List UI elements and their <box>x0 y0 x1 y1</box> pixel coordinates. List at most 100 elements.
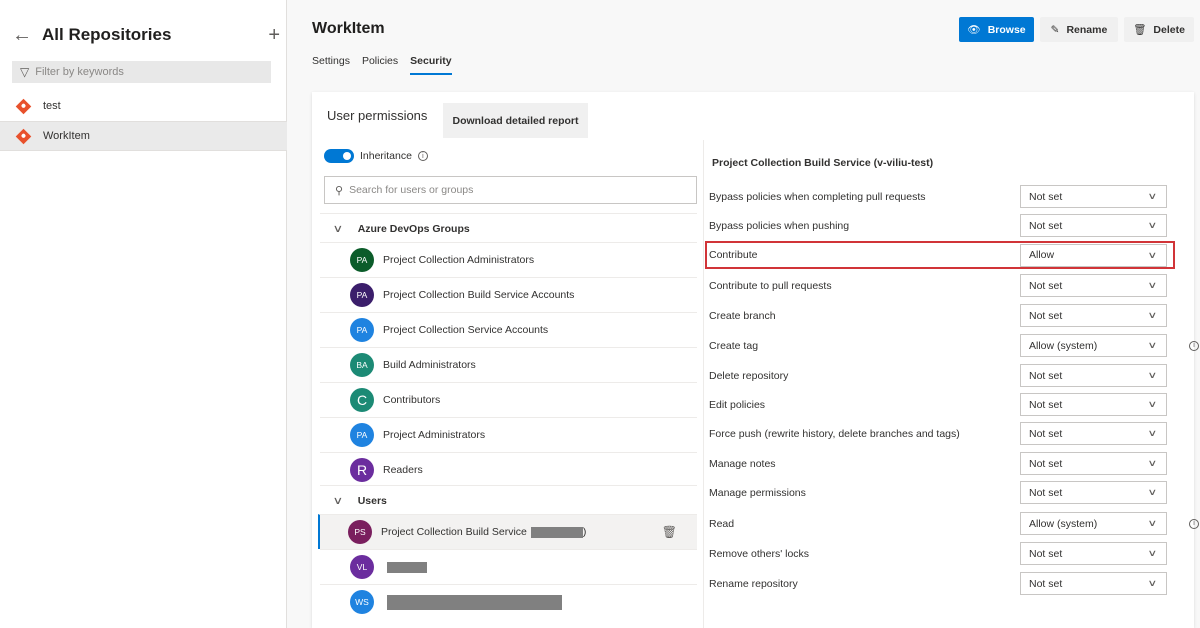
permission-label: Manage notes <box>709 457 776 470</box>
group-row[interactable]: BA Build Administrators <box>320 347 697 382</box>
permission-dropdown[interactable]: Not set ∨ <box>1020 452 1167 475</box>
filter-input[interactable]: ▽ Filter by keywords <box>12 61 271 83</box>
download-report-button[interactable]: Download detailed report <box>443 103 588 138</box>
delete-button[interactable]: 🗑 Delete <box>1124 17 1194 42</box>
permission-row: Rename repository Not set ∨ <box>705 570 1175 597</box>
delete-label: Delete <box>1153 23 1185 36</box>
redacted-text <box>530 526 583 538</box>
browse-button[interactable]: 👁 Browse <box>959 17 1034 42</box>
avatar: WS <box>350 590 374 614</box>
inheritance-toggle[interactable] <box>324 149 354 163</box>
rename-button[interactable]: ✎ Rename <box>1040 17 1118 42</box>
repo-item-test[interactable]: test <box>0 91 287 121</box>
tab-policies[interactable]: Policies <box>362 55 398 75</box>
dropdown-value: Not set <box>1029 427 1063 440</box>
inheritance-label: Inheritance <box>360 150 412 162</box>
security-panel: User permissions Download detailed repor… <box>312 92 1199 628</box>
permission-dropdown[interactable]: Allow (system) ∨ <box>1020 334 1167 357</box>
chevron-down-icon: ∨ <box>1147 310 1158 320</box>
group-heading-azure-devops[interactable]: ∨ Azure DevOps Groups <box>320 213 697 243</box>
trash-icon[interactable]: 🗑 <box>662 525 677 539</box>
redacted-text <box>387 594 562 610</box>
add-repository-icon[interactable]: + <box>268 24 280 47</box>
permission-row: Force push (rewrite history, delete bran… <box>705 420 1175 447</box>
permission-label: Manage permissions <box>709 486 806 499</box>
tab-security[interactable]: Security <box>410 55 452 75</box>
git-repo-icon <box>15 128 32 144</box>
repo-item-workitem[interactable]: WorkItem <box>0 121 287 151</box>
search-icon: ⚲ <box>335 184 344 197</box>
permission-row: Manage permissions Not set ∨ <box>705 479 1175 506</box>
users-heading-label: Users <box>357 494 387 507</box>
chevron-down-icon: ∨ <box>1147 548 1158 558</box>
dropdown-value: Allow <box>1029 249 1055 261</box>
permission-dropdown[interactable]: Not set ∨ <box>1020 572 1167 595</box>
permission-dropdown[interactable]: Not set ∨ <box>1020 481 1167 504</box>
group-row[interactable]: PA Project Collection Build Service Acco… <box>320 277 697 312</box>
permission-row: Create branch Not set ∨ <box>705 302 1175 329</box>
permission-row: Remove others' locks Not set ∨ <box>705 540 1175 567</box>
dropdown-value: Allow (system) <box>1029 339 1098 352</box>
avatar: PA <box>350 248 374 272</box>
group-row[interactable]: R Readers <box>320 452 697 487</box>
group-name: Project Collection Build Service Account… <box>383 289 575 301</box>
sidebar-title: All Repositories <box>42 25 172 44</box>
filter-funnel-icon: ▽ <box>20 65 30 79</box>
git-repo-icon <box>15 98 32 114</box>
permission-row: Bypass policies when pushing Not set ∨ <box>705 212 1175 239</box>
user-row-selected[interactable]: PS Project Collection Build Service ) 🗑 <box>318 514 697 549</box>
user-row[interactable]: VL <box>320 549 697 584</box>
tab-settings[interactable]: Settings <box>312 55 350 75</box>
group-name: Project Administrators <box>383 429 486 441</box>
group-heading-users[interactable]: ∨ Users <box>320 485 697 515</box>
permission-dropdown[interactable]: Not set ∨ <box>1020 304 1167 327</box>
permission-dropdown[interactable]: Not set ∨ <box>1020 393 1167 416</box>
info-icon[interactable]: i <box>417 151 428 161</box>
group-name: Project Collection Administrators <box>383 254 535 266</box>
permission-dropdown[interactable]: Not set ∨ <box>1020 364 1167 387</box>
group-row[interactable]: PA Project Collection Administrators <box>320 242 697 277</box>
group-name: Build Administrators <box>383 359 476 371</box>
panel-divider <box>703 140 704 628</box>
info-icon[interactable]: i <box>1189 518 1199 529</box>
permission-dropdown[interactable]: Not set ∨ <box>1020 274 1167 297</box>
trash-icon: 🗑 <box>1133 24 1147 36</box>
permission-row: Contribute to pull requests Not set ∨ <box>705 272 1175 299</box>
chevron-down-icon: ∨ <box>1147 280 1158 290</box>
permission-row: Bypass policies when completing pull req… <box>705 183 1175 210</box>
permission-dropdown[interactable]: Not set ∨ <box>1020 185 1167 208</box>
permission-row: Edit policies Not set ∨ <box>705 391 1175 418</box>
permission-row: Create tag Allow (system) ∨ i <box>705 332 1199 359</box>
permission-label: Contribute to pull requests <box>709 279 832 292</box>
permission-dropdown[interactable]: Allow ∨ <box>1020 243 1167 267</box>
tab-bar: Settings Policies Security <box>312 55 452 75</box>
permission-dropdown[interactable]: Not set ∨ <box>1020 422 1167 445</box>
group-row[interactable]: C Contributors <box>320 382 697 417</box>
info-icon[interactable]: i <box>1189 340 1199 351</box>
chevron-down-icon: ∨ <box>1147 518 1158 528</box>
permission-dropdown[interactable]: Allow (system) ∨ <box>1020 512 1167 535</box>
permission-label: Contribute <box>709 249 758 261</box>
search-users-input[interactable]: ⚲ Search for users or groups <box>324 176 697 204</box>
inheritance-row: Inheritance i <box>324 149 428 163</box>
group-row[interactable]: PA Project Collection Service Accounts <box>320 312 697 347</box>
permission-label: Force push (rewrite history, delete bran… <box>709 427 960 440</box>
group-row[interactable]: PA Project Administrators <box>320 417 697 452</box>
back-arrow-icon[interactable]: ← <box>12 25 38 45</box>
permission-label: Delete repository <box>709 369 789 382</box>
user-permissions-label: User permissions <box>327 108 428 123</box>
user-row[interactable]: WS <box>320 584 697 619</box>
permission-dropdown[interactable]: Not set ∨ <box>1020 214 1167 237</box>
permission-label: Bypass policies when pushing <box>709 219 850 232</box>
dropdown-value: Not set <box>1029 457 1063 470</box>
permission-row: Read Allow (system) ∨ i <box>705 510 1199 537</box>
permission-dropdown[interactable]: Not set ∨ <box>1020 542 1167 565</box>
chevron-down-icon: ∨ <box>1147 487 1158 497</box>
browse-label: Browse <box>987 23 1026 36</box>
permission-row-highlighted: Contribute Allow ∨ <box>705 241 1175 269</box>
chevron-down-icon: ∨ <box>1147 340 1158 350</box>
avatar: C <box>350 388 374 412</box>
avatar: BA <box>350 353 374 377</box>
dropdown-value: Not set <box>1029 190 1063 203</box>
dropdown-value: Not set <box>1029 309 1063 322</box>
